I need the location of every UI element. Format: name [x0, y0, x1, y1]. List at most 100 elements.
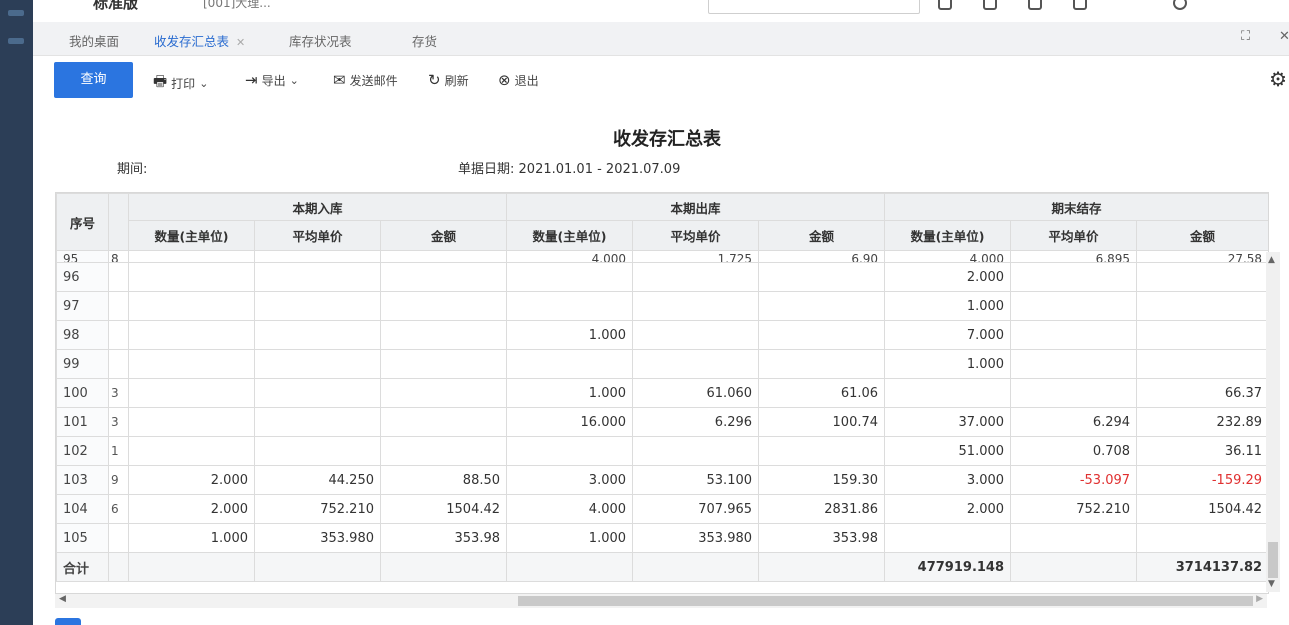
table-cell [254, 320, 381, 350]
column-header-end-qty[interactable]: 数量(主单位) [884, 220, 1012, 251]
table-cell: 159.30 [758, 465, 886, 495]
table-cell [1010, 262, 1138, 292]
table-cell [379, 262, 508, 292]
app-brand: 标准版 [93, 0, 139, 12]
table-cell: 1.000 [506, 523, 634, 553]
close-icon[interactable]: ✕ [1279, 29, 1289, 44]
table-row[interactable]: 98 1.000 7.000 [56, 320, 1268, 350]
table-cell: 100.74 [758, 407, 886, 437]
table-cell: 27.58 [1136, 250, 1268, 263]
column-header-code[interactable] [108, 193, 129, 251]
column-header-seq[interactable]: 序号 [56, 193, 109, 251]
column-header-in-amount[interactable]: 金额 [379, 220, 508, 251]
table-row[interactable]: 99 1.000 [56, 349, 1268, 379]
table-cell [128, 320, 255, 350]
table-cell: 1.000 [506, 320, 634, 350]
table-cell: 4.000 [884, 250, 1012, 263]
column-header-out-qty[interactable]: 数量(主单位) [506, 220, 634, 251]
app-header: 标准版 [001]大理... [33, 0, 1289, 23]
column-header-out-amount[interactable]: 金额 [758, 220, 886, 251]
table-cell [506, 349, 634, 379]
table-row[interactable]: 100 3 1.000 61.060 61.06 66.37 [56, 378, 1268, 408]
tab-summary[interactable]: 收发存汇总表 ✕ [154, 31, 245, 58]
table-row[interactable]: 104 6 2.000 752.210 1504.42 4.000 707.965 2831.… [56, 494, 1268, 524]
export-icon: ⇥ [245, 71, 258, 89]
export-button[interactable]: ⇥ 导出 ⌄ [245, 71, 299, 89]
tab-summary-label: 收发存汇总表 [154, 34, 230, 49]
column-group-out: 本期出库 [506, 193, 886, 221]
header-icon[interactable] [1028, 0, 1042, 10]
table-row[interactable]: 97 1.000 [56, 291, 1268, 321]
scroll-up-icon[interactable]: ▲ [1268, 255, 1275, 265]
table-cell: 752.210 [254, 494, 381, 524]
table-cell [254, 291, 381, 321]
table-row[interactable]: 105 1.000 353.980 353.98 1.000 353.980 353.98 [56, 523, 1268, 553]
table-cell [128, 250, 255, 263]
vertical-scroll-thumb[interactable] [1268, 542, 1278, 578]
table-cell: 53.100 [632, 465, 760, 495]
column-header-out-price[interactable]: 平均单价 [632, 220, 760, 251]
table-cell [379, 436, 508, 466]
vertical-scrollbar[interactable]: ▲ ▼ [1266, 252, 1280, 592]
column-header-in-qty[interactable]: 数量(主单位) [128, 220, 255, 251]
table-cell [1010, 523, 1138, 553]
horizontal-scroll-thumb[interactable] [518, 596, 1253, 606]
table-cell: 752.210 [1010, 494, 1138, 524]
table-row[interactable]: 101 3 16.000 6.296 100.74 37.000 6.294 232.89 [56, 407, 1268, 437]
table-cell [254, 407, 381, 437]
export-label: 导出 [261, 73, 286, 88]
header-icon[interactable] [983, 0, 997, 10]
table-cell [632, 552, 760, 582]
row-code: 1 [108, 436, 129, 466]
column-header-end-amount[interactable]: 金额 [1136, 220, 1268, 251]
query-button[interactable]: 查询 [54, 62, 133, 98]
help-icon[interactable] [1173, 0, 1187, 10]
maximize-icon[interactable]: ⛶ [1241, 29, 1250, 44]
table-row[interactable]: 103 9 2.000 44.250 88.50 3.000 53.100 159.30 3.0… [56, 465, 1268, 495]
table-cell: 3.000 [506, 465, 634, 495]
global-search-input[interactable] [708, 0, 920, 14]
horizontal-scrollbar[interactable]: ◀ ▶ [55, 594, 1267, 608]
print-button[interactable]: 🖶 打印 ⌄ [153, 71, 208, 96]
header-icon[interactable] [1073, 0, 1087, 10]
refresh-button[interactable]: ↻ 刷新 [428, 71, 469, 89]
nav-icon[interactable] [8, 38, 24, 44]
mail-icon: ✉ [333, 71, 346, 89]
table-cell [884, 523, 1012, 553]
table-cell: 7.000 [884, 320, 1012, 350]
table-row[interactable]: 95 8 4.000 1.725 6.90 4.000 6.895 27.58 [56, 250, 1268, 263]
scroll-left-icon[interactable]: ◀ [59, 594, 66, 604]
table-cell [379, 349, 508, 379]
column-header-end-price[interactable]: 平均单价 [1010, 220, 1138, 251]
table-cell [254, 250, 381, 263]
scroll-down-icon[interactable]: ▼ [1268, 579, 1275, 589]
table-row[interactable]: 102 1 51.000 0.708 36.11 [56, 436, 1268, 466]
table-row[interactable]: 96 2.000 [56, 262, 1268, 292]
toolbar: 查询 🖶 打印 ⌄ ⇥ 导出 ⌄ ✉ 发送邮件 ↻ 刷新 ⊗ 退出 ⚙ [33, 56, 1289, 104]
exit-button[interactable]: ⊗ 退出 [498, 71, 539, 89]
table-cell: 2.000 [884, 262, 1012, 292]
header-icon[interactable] [938, 0, 952, 10]
table-cell [632, 291, 760, 321]
email-button[interactable]: ✉ 发送邮件 [333, 71, 398, 89]
row-seq: 95 [56, 250, 109, 263]
refresh-icon: ↻ [428, 71, 441, 89]
summary-table: 序号 本期入库 本期出库 期末结存 数量(主单位) 平均单价 金额 数量(主单位… [55, 192, 1269, 594]
scroll-right-icon[interactable]: ▶ [1256, 594, 1263, 604]
account-context: [001]大理... [203, 0, 271, 10]
row-code: 8 [108, 250, 129, 263]
total-end-amount: 3714137.82 [1136, 552, 1268, 582]
tab-desktop[interactable]: 我的桌面 [69, 31, 119, 50]
row-seq: 104 [56, 494, 109, 524]
tab-close-icon[interactable]: ✕ [236, 36, 245, 49]
table-cell [632, 320, 760, 350]
row-seq: 99 [56, 349, 109, 379]
total-row[interactable]: 合计 477919.148 3714137.82 [56, 552, 1268, 582]
row-code [108, 523, 129, 553]
nav-icon[interactable] [8, 10, 24, 16]
column-header-in-price[interactable]: 平均单价 [254, 220, 381, 251]
tab-stock[interactable]: 存货 [412, 31, 437, 50]
table-cell [1136, 320, 1268, 350]
tab-inventory-status[interactable]: 库存状况表 [289, 31, 352, 50]
gear-icon[interactable]: ⚙ [1269, 67, 1287, 91]
